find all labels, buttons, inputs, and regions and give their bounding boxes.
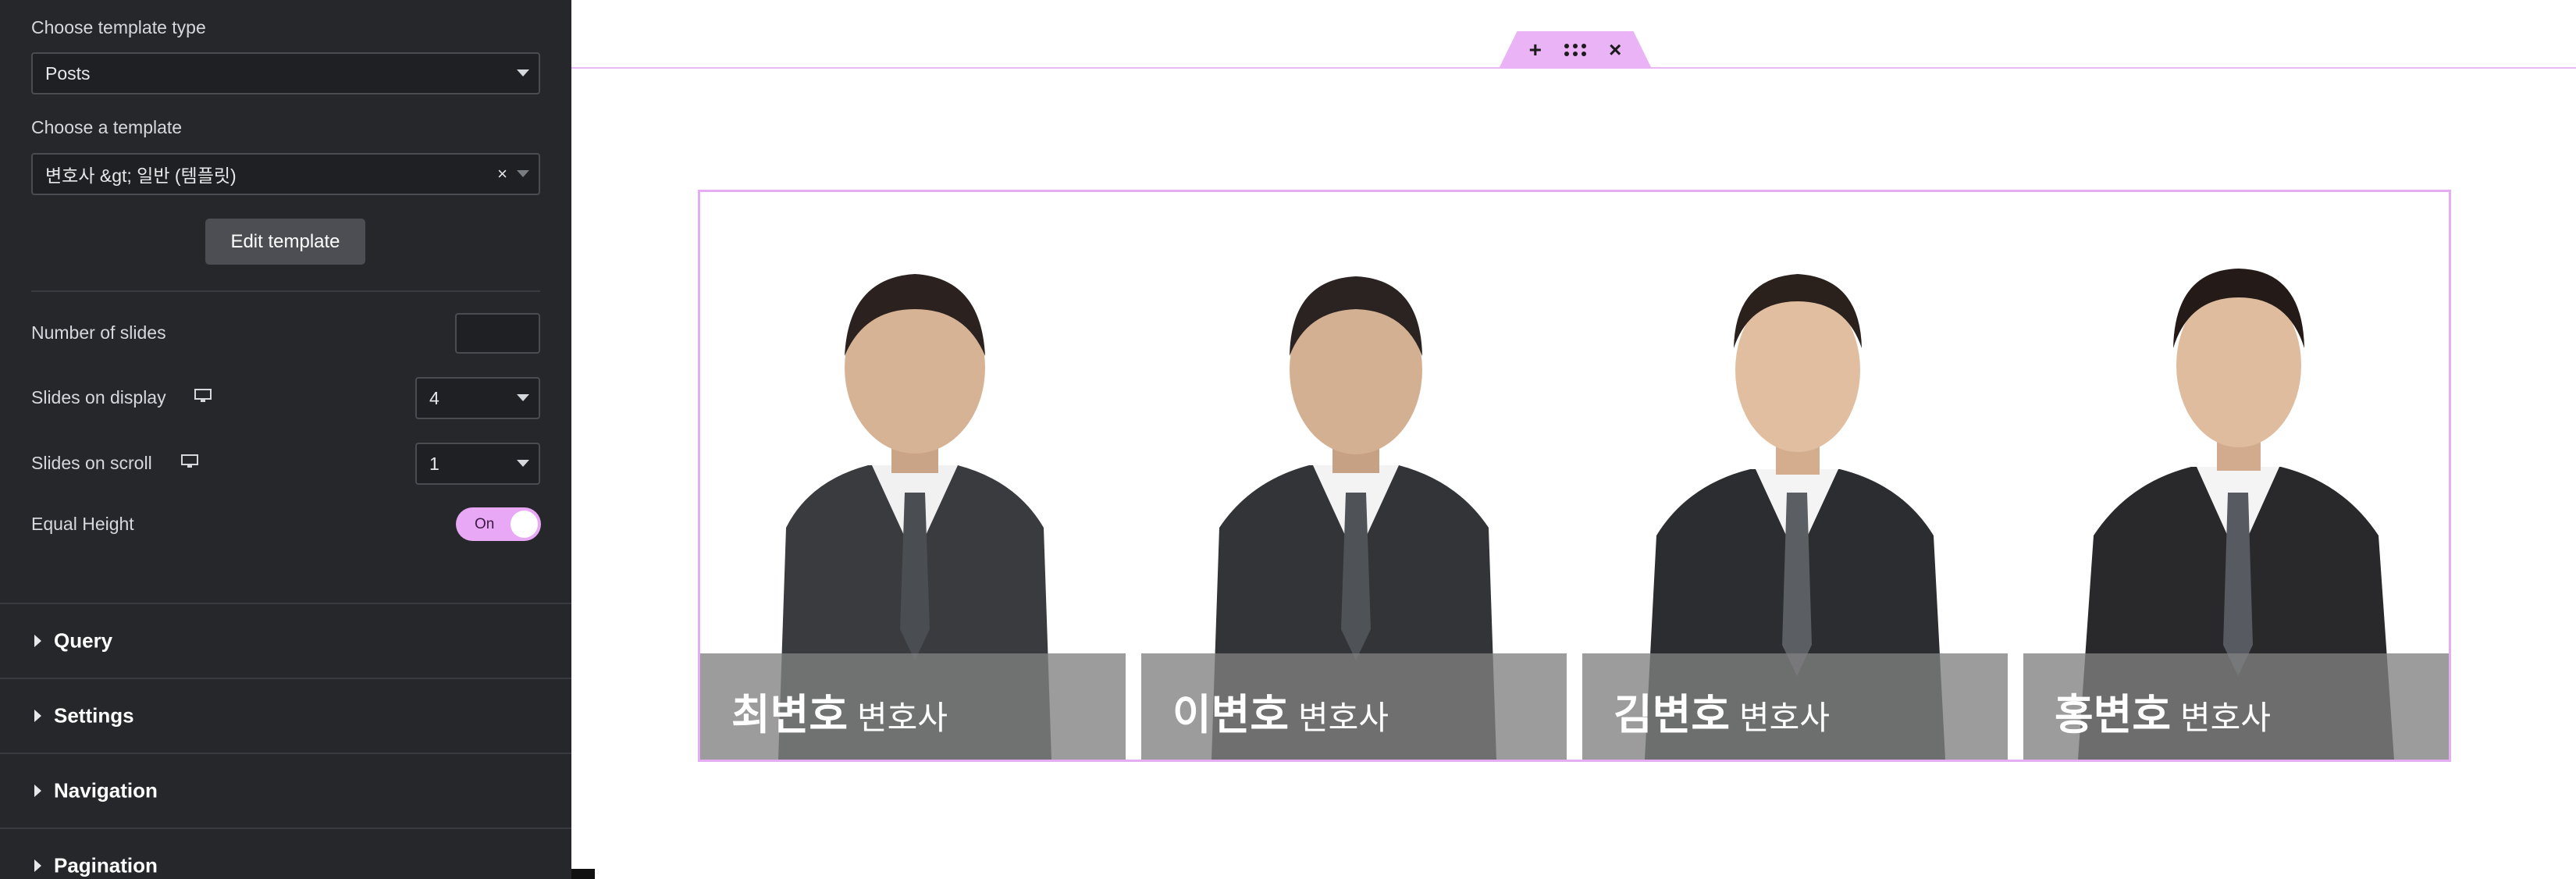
lawyer-role: 변호사 — [857, 699, 948, 736]
edit-template-button[interactable]: Edit template — [205, 219, 365, 265]
carousel-slide[interactable]: 김변호 변호사 — [1582, 192, 2008, 760]
toggle-state-label: On — [475, 515, 495, 532]
lawyer-role: 변호사 — [2180, 699, 2271, 736]
slides-scroll-select[interactable]: 1 — [415, 443, 540, 485]
slide-caption: 홍변호 변호사 — [2023, 653, 2449, 760]
slide-caption: 김변호 변호사 — [1582, 653, 2008, 760]
chevron-down-icon — [517, 69, 529, 77]
template-value: 변호사 &gt; 일반 (템플릿) — [45, 165, 237, 186]
clear-icon[interactable]: × — [497, 164, 507, 184]
toggle-knob — [511, 511, 538, 538]
section-pagination[interactable]: Pagination — [0, 827, 571, 879]
caret-right-icon — [34, 859, 41, 872]
lawyer-name: 이변호 — [1172, 692, 1290, 738]
section-query[interactable]: Query — [0, 603, 571, 678]
section-title: Navigation — [54, 778, 158, 802]
slides-display-select[interactable]: 4 — [415, 377, 540, 419]
caret-right-icon — [34, 635, 41, 647]
editor-panel: Choose template type Posts Choose a temp… — [0, 0, 571, 879]
section-title: Settings — [54, 703, 134, 728]
carousel-slide[interactable]: 이변호 변호사 — [1141, 192, 1567, 760]
carousel-slide[interactable]: 홍변호 변호사 — [2023, 192, 2449, 760]
drag-handle-icon[interactable] — [1564, 43, 1587, 57]
desktop-icon[interactable] — [181, 454, 198, 468]
section-navigation[interactable]: Navigation — [0, 753, 571, 827]
chevron-down-icon — [517, 394, 529, 401]
template-type-value: Posts — [45, 62, 91, 84]
equal-height-label: Equal Height — [31, 514, 134, 534]
desktop-icon[interactable] — [194, 389, 212, 403]
section-title: Pagination — [54, 853, 158, 877]
chevron-down-icon — [517, 460, 529, 467]
lawyer-name: 김변호 — [1614, 692, 1731, 738]
slides-scroll-value: 1 — [429, 453, 439, 474]
lawyer-name: 최변호 — [731, 692, 849, 738]
carousel-slide[interactable]: 최변호 변호사 — [700, 192, 1126, 760]
section-title: Query — [54, 628, 113, 653]
lawyer-role: 변호사 — [1298, 699, 1389, 736]
lawyer-role: 변호사 — [1739, 699, 1830, 736]
slides-scroll-label: Slides on scroll — [31, 453, 152, 473]
template-label: Choose a template — [31, 117, 183, 137]
slides-display-label: Slides on display — [31, 387, 166, 407]
divider — [31, 290, 540, 292]
editor-canvas: + × ‹ › 최변호 변호사 — [571, 0, 2576, 879]
chevron-down-icon — [517, 170, 529, 177]
caret-right-icon — [34, 710, 41, 722]
posts-carousel-widget[interactable]: ‹ › 최변호 변호사 — [698, 190, 2451, 762]
section-settings[interactable]: Settings — [0, 678, 571, 753]
num-slides-label: Number of slides — [31, 322, 166, 343]
slide-caption: 최변호 변호사 — [700, 653, 1126, 760]
panel-resize-edge — [571, 869, 595, 879]
template-select[interactable]: 변호사 &gt; 일반 (템플릿) × — [31, 153, 540, 195]
template-type-label: Choose template type — [31, 17, 206, 37]
num-slides-input[interactable] — [455, 313, 540, 354]
lawyer-name: 홍변호 — [2055, 692, 2172, 738]
section-handle[interactable]: + × — [1499, 31, 1652, 69]
caret-right-icon — [34, 785, 41, 797]
slides-display-value: 4 — [429, 387, 439, 408]
slide-caption: 이변호 변호사 — [1141, 653, 1567, 760]
close-icon[interactable]: × — [1609, 39, 1621, 61]
template-type-select[interactable]: Posts — [31, 52, 540, 94]
equal-height-toggle[interactable]: On — [456, 507, 541, 541]
plus-icon[interactable]: + — [1529, 39, 1542, 61]
